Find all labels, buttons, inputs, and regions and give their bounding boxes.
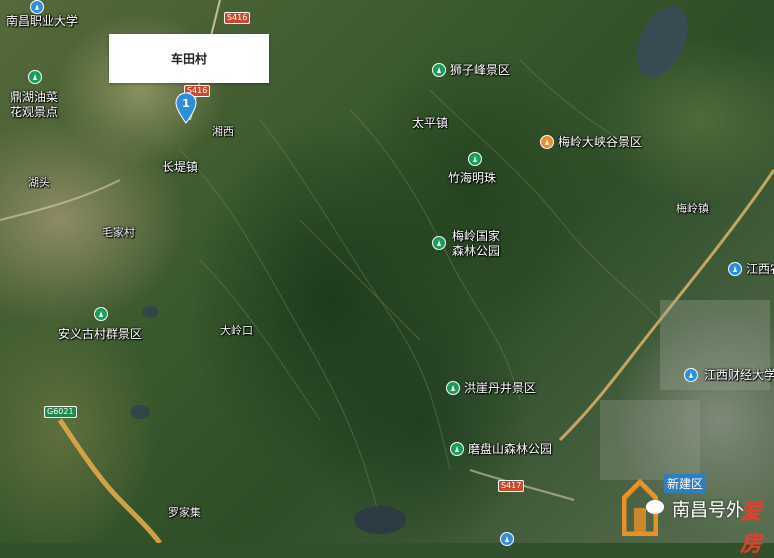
poi-label[interactable]: 洪崖丹井景区 (464, 381, 536, 396)
place-label[interactable]: 江西财经大学 (704, 368, 774, 382)
place-label[interactable]: 罗家集 (168, 506, 201, 520)
scenic-spot-icon[interactable] (432, 236, 446, 250)
watermark-text: 南昌号外 (672, 500, 744, 521)
scenic-spot-icon[interactable] (28, 70, 42, 84)
scenic-spot-icon[interactable] (450, 442, 464, 456)
place-label[interactable]: 梅岭镇 (676, 202, 709, 216)
poi-label[interactable]: 磨盘山森林公园 (468, 442, 552, 457)
road-shield-s417: S417 (498, 480, 525, 492)
place-label[interactable]: 长堤镇 (162, 160, 198, 174)
poi-label[interactable]: 安义古村群景区 (58, 327, 142, 342)
place-label[interactable]: 南昌职业大学 (6, 14, 78, 28)
poi-label-line: 鼎湖油菜 (10, 90, 59, 104)
scenic-spot-icon[interactable] (446, 381, 460, 395)
place-label[interactable]: 湘西 (212, 125, 234, 139)
campus-icon[interactable] (30, 0, 44, 14)
place-label[interactable]: 湖头 (28, 176, 50, 190)
poi-label-line: 花观景点 (10, 105, 59, 119)
road-shield-s416: S416 (224, 12, 251, 24)
place-label[interactable]: 江西农 (746, 262, 774, 276)
poi-label[interactable]: 鼎湖油菜 花观景点 (10, 90, 58, 120)
poi-label-line: 梅岭国家 (452, 229, 501, 243)
campus-icon[interactable] (684, 368, 698, 382)
poi-label[interactable]: 狮子峰景区 (450, 63, 510, 78)
wechat-icon (646, 500, 664, 514)
marker-number: 1 (182, 97, 190, 110)
watermark-district: 新建区 (664, 474, 707, 493)
place-label[interactable]: 大岭口 (220, 324, 253, 338)
poi-label-line: 森林公园 (452, 244, 501, 258)
poi-label[interactable]: 竹海明珠 (448, 171, 496, 186)
watermark: 新建区 南昌号外 爱房 (622, 470, 772, 557)
scenic-spot-icon[interactable] (468, 152, 482, 166)
campus-icon[interactable] (500, 532, 514, 546)
place-label[interactable]: 太平镇 (412, 116, 448, 130)
map-pin-icon: 1 (175, 92, 197, 124)
watermark-brand: 爱房 (740, 500, 763, 557)
scenic-spot-icon[interactable] (94, 307, 108, 321)
road-shield-g6021: G6021 (44, 406, 77, 418)
poi-label[interactable]: 梅岭大峡谷景区 (558, 135, 642, 150)
campus-icon[interactable] (728, 262, 742, 276)
poi-label[interactable]: 梅岭国家 森林公园 (452, 229, 500, 259)
callout-label: 车田村 (170, 52, 207, 66)
scenic-spot-icon[interactable] (432, 63, 446, 77)
museum-icon[interactable] (540, 135, 554, 149)
place-label[interactable]: 毛家村 (102, 226, 135, 240)
location-callout[interactable]: 车田村 (109, 34, 269, 83)
location-marker[interactable]: 1 (175, 92, 197, 128)
